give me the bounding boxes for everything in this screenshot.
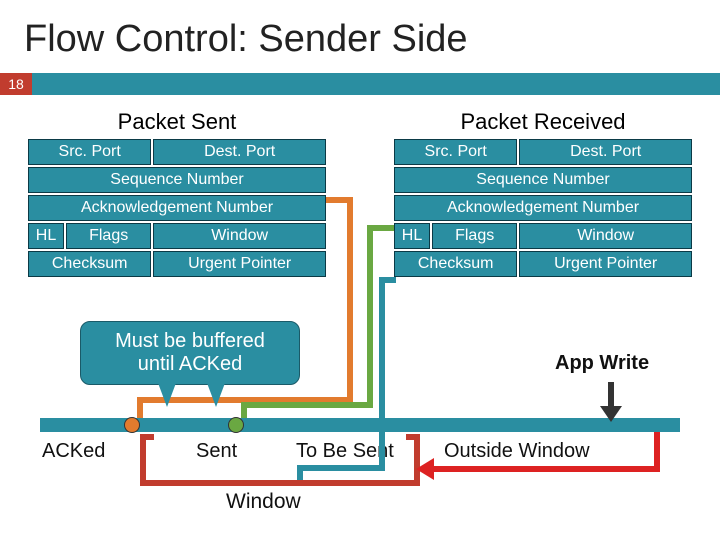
callout-tail-icon [207, 383, 225, 407]
field-flags: Flags [432, 223, 517, 249]
app-write-label: App Write [555, 352, 649, 375]
outside-window-arrow [654, 432, 660, 470]
marker-sent [228, 417, 244, 433]
packet-sent-column: Packet Sent Src. Port Dest. Port Sequenc… [28, 109, 326, 277]
callout-line1: Must be buffered [81, 330, 299, 353]
packet-received-column: Packet Received Src. Port Dest. Port Seq… [394, 109, 692, 277]
marker-acked [124, 417, 140, 433]
slide-number-badge: 18 [0, 73, 32, 95]
window-bracket [140, 434, 146, 482]
field-src-port: Src. Port [28, 139, 151, 165]
field-hl: HL [394, 223, 430, 249]
field-hl: HL [28, 223, 64, 249]
field-urgent-pointer: Urgent Pointer [519, 251, 692, 277]
label-acked: ACKed [42, 440, 105, 463]
field-ack-number: Acknowledgement Number [28, 195, 326, 221]
field-dest-port: Dest. Port [519, 139, 692, 165]
packet-received-title: Packet Received [394, 109, 692, 135]
callout-line2: until ACKed [81, 353, 299, 376]
field-src-port: Src. Port [394, 139, 517, 165]
app-write-arrow-head-icon [600, 406, 622, 422]
window-bracket [406, 434, 420, 440]
outside-window-arrow-head-icon [416, 458, 434, 480]
divider-band: 18 [0, 73, 720, 95]
field-window: Window [519, 223, 692, 249]
field-urgent-pointer: Urgent Pointer [153, 251, 326, 277]
outside-window-arrow [430, 466, 660, 472]
buffer-callout: Must be buffered until ACKed [80, 321, 300, 385]
field-flags: Flags [66, 223, 151, 249]
label-tobesent: To Be Sent [296, 440, 394, 463]
label-sent: Sent [196, 440, 237, 463]
field-checksum: Checksum [394, 251, 517, 277]
slide-title: Flow Control: Sender Side [0, 0, 720, 73]
field-dest-port: Dest. Port [153, 139, 326, 165]
packet-columns: Packet Sent Src. Port Dest. Port Sequenc… [0, 95, 720, 277]
window-bracket-label: Window [226, 490, 301, 514]
field-window: Window [153, 223, 326, 249]
packet-sent-title: Packet Sent [28, 109, 326, 135]
label-outside: Outside Window [444, 440, 590, 463]
window-bracket [140, 434, 154, 440]
field-checksum: Checksum [28, 251, 151, 277]
window-bracket [140, 480, 420, 486]
field-sequence-number: Sequence Number [28, 167, 326, 193]
tcp-header-sent: Src. Port Dest. Port Sequence Number Ack… [28, 139, 326, 277]
tcp-header-received: Src. Port Dest. Port Sequence Number Ack… [394, 139, 692, 277]
field-ack-number: Acknowledgement Number [394, 195, 692, 221]
callout-tail-icon [158, 383, 176, 407]
field-sequence-number: Sequence Number [394, 167, 692, 193]
